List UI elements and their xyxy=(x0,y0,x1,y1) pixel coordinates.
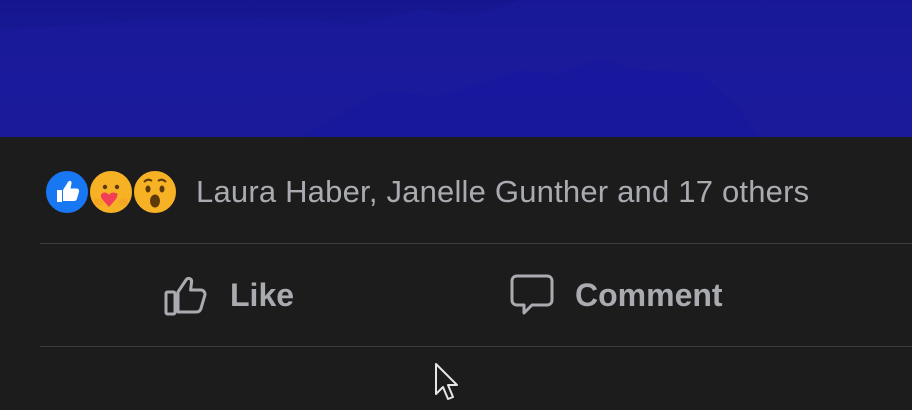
like-button[interactable]: Like xyxy=(164,244,294,346)
post-actions: Like Comment xyxy=(40,244,912,346)
post-image[interactable] xyxy=(0,0,912,137)
wow-reaction-icon xyxy=(132,169,178,215)
mouse-pointer-icon xyxy=(434,362,460,402)
reactors-text[interactable]: Laura Haber, Janelle Gunther and 17 othe… xyxy=(196,174,809,210)
comment-label: Comment xyxy=(575,276,723,313)
reaction-icons[interactable] xyxy=(44,169,178,215)
reactions-summary[interactable]: Laura Haber, Janelle Gunther and 17 othe… xyxy=(44,166,809,218)
care-reaction-icon xyxy=(88,169,134,215)
like-label: Like xyxy=(230,276,295,313)
comment-button[interactable]: Comment xyxy=(509,244,723,346)
thumbs-up-icon xyxy=(164,273,210,317)
like-reaction-icon xyxy=(44,169,90,215)
divider xyxy=(40,346,912,347)
mountain-silhouette xyxy=(0,0,912,137)
comment-bubble-icon xyxy=(509,272,555,318)
